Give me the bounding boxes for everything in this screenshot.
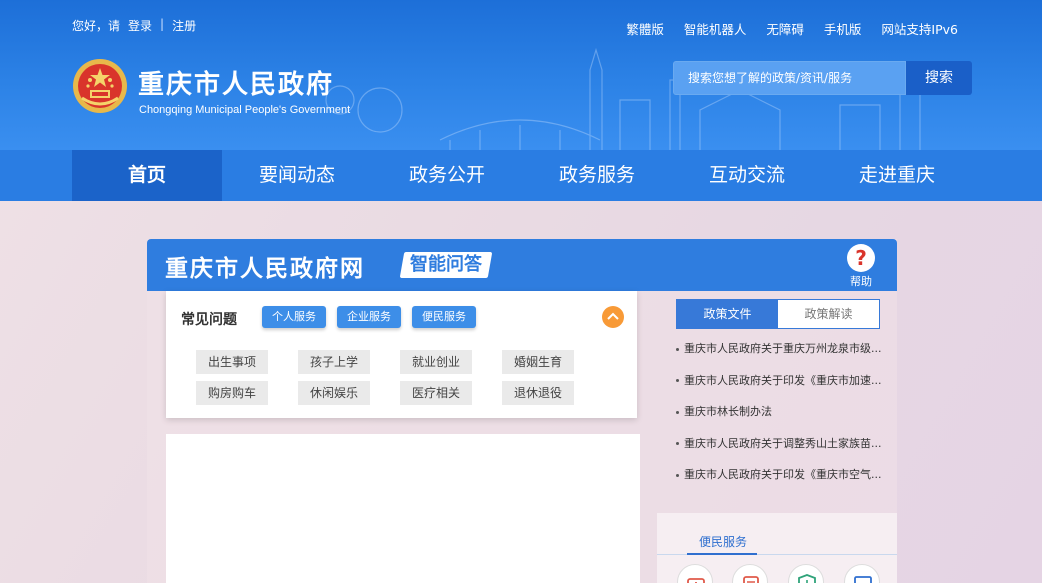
separator: |	[160, 17, 165, 31]
shield-icon[interactable]	[788, 564, 824, 583]
faq-item[interactable]: 购房购车	[196, 381, 268, 405]
nav-news[interactable]: 要闻动态	[222, 150, 372, 201]
service-title[interactable]: 便民服务	[699, 533, 747, 550]
greeting-text: 您好，请	[72, 19, 121, 33]
smart-qa-badge-label: 智能问答	[410, 254, 482, 275]
faq-item[interactable]: 休闲娱乐	[298, 381, 370, 405]
policy-link[interactable]: 重庆市人民政府关于重庆万州龙泉市级...	[684, 342, 882, 355]
panel-title: 重庆市人民政府网	[165, 256, 365, 282]
chat-area[interactable]	[166, 434, 640, 583]
bullet-icon	[676, 410, 679, 414]
help-label: 帮助	[850, 275, 872, 288]
policy-tabs: 政策文件 政策解读	[676, 299, 880, 329]
nav-public-affairs[interactable]: 政务公开	[372, 150, 522, 201]
list-item[interactable]: 重庆市人民政府关于印发《重庆市空气...	[676, 466, 886, 498]
faq-item[interactable]: 出生事项	[196, 350, 268, 374]
search-button[interactable]: 搜索	[906, 61, 972, 95]
site-title[interactable]: 重庆市人民政府	[138, 64, 334, 101]
traditional-chinese-link[interactable]: 繁體版	[626, 19, 664, 38]
ipv6-label: 网站支持IPv6	[881, 22, 958, 37]
tab-policy-interpretation[interactable]: 政策解读	[778, 300, 879, 328]
faq-item[interactable]: 医疗相关	[400, 381, 472, 405]
tab-convenience-service[interactable]: 便民服务	[412, 306, 476, 328]
faq-item[interactable]: 婚姻生育	[502, 350, 574, 374]
medical-kit-icon[interactable]	[677, 564, 713, 583]
bullet-icon	[676, 347, 679, 351]
list-item[interactable]: 重庆市人民政府关于调整秀山土家族苗...	[676, 435, 886, 467]
nav-government-services[interactable]: 政务服务	[522, 150, 672, 201]
register-link[interactable]: 注册	[172, 17, 196, 34]
national-emblem-icon[interactable]	[72, 58, 128, 114]
tab-enterprise-service[interactable]: 企业服务	[337, 306, 401, 328]
list-item[interactable]: 重庆市林长制办法	[676, 403, 886, 435]
help-icon: ?	[847, 244, 875, 272]
list-item[interactable]: 重庆市人民政府关于重庆万州龙泉市级...	[676, 340, 886, 372]
faq-item[interactable]: 就业创业	[400, 350, 472, 374]
nav-interaction[interactable]: 互动交流	[672, 150, 822, 201]
search-input[interactable]: 搜索您想了解的政策/资讯/服务	[673, 61, 906, 95]
login-link[interactable]: 登录	[128, 17, 152, 34]
mobile-link[interactable]: 手机版	[824, 19, 862, 38]
faq-card: 常见问题 个人服务 企业服务 便民服务 出生事项 孩子上学 就业创业 婚姻生育 …	[166, 291, 637, 418]
policy-link[interactable]: 重庆市林长制办法	[684, 405, 772, 418]
document-icon[interactable]	[732, 564, 768, 583]
accessibility-link[interactable]: 无障碍	[766, 19, 804, 38]
utility-links: 繁體版 智能机器人 无障碍 手机版 网站支持IPv6	[626, 19, 958, 38]
nav-about-chongqing[interactable]: 走进重庆	[822, 150, 972, 201]
chevron-up-icon[interactable]	[602, 306, 624, 328]
panel-header: 重庆市人民政府网 智能问答 ? 帮助	[147, 239, 897, 291]
smart-qa-badge: 智能问答	[399, 252, 493, 278]
site-subtitle: Chongqing Municipal People's Government	[139, 104, 351, 116]
user-links: 您好，请 登录 | 注册	[72, 17, 196, 34]
faq-item[interactable]: 退休退役	[502, 381, 574, 405]
tab-policy-documents[interactable]: 政策文件	[677, 300, 778, 328]
policy-list: 重庆市人民政府关于重庆万州龙泉市级... 重庆市人民政府关于印发《重庆市加速..…	[676, 340, 886, 498]
main-nav: 首页 要闻动态 政务公开 政务服务 互动交流 走进重庆	[0, 150, 1042, 201]
list-item[interactable]: 重庆市人民政府关于印发《重庆市加速...	[676, 372, 886, 404]
policy-link[interactable]: 重庆市人民政府关于印发《重庆市加速...	[684, 374, 882, 387]
active-underline	[687, 553, 757, 555]
policy-link[interactable]: 重庆市人民政府关于调整秀山土家族苗...	[684, 437, 882, 450]
help-button[interactable]: ? 帮助	[846, 244, 876, 289]
policy-link[interactable]: 重庆市人民政府关于印发《重庆市空气...	[684, 468, 882, 481]
bullet-icon	[676, 473, 679, 477]
faq-title: 常见问题	[181, 312, 237, 328]
robot-link[interactable]: 智能机器人	[684, 19, 747, 38]
faq-item[interactable]: 孩子上学	[298, 350, 370, 374]
convenience-service-box: 便民服务	[657, 513, 897, 583]
tab-personal-service[interactable]: 个人服务	[262, 306, 326, 328]
computer-icon[interactable]	[844, 564, 880, 583]
nav-home[interactable]: 首页	[72, 150, 222, 201]
bullet-icon	[676, 379, 679, 382]
site-header: 您好，请 登录 | 注册 繁體版 智能机器人 无障碍 手机版 网站支持IPv6 …	[0, 0, 1042, 150]
bullet-icon	[676, 442, 679, 445]
